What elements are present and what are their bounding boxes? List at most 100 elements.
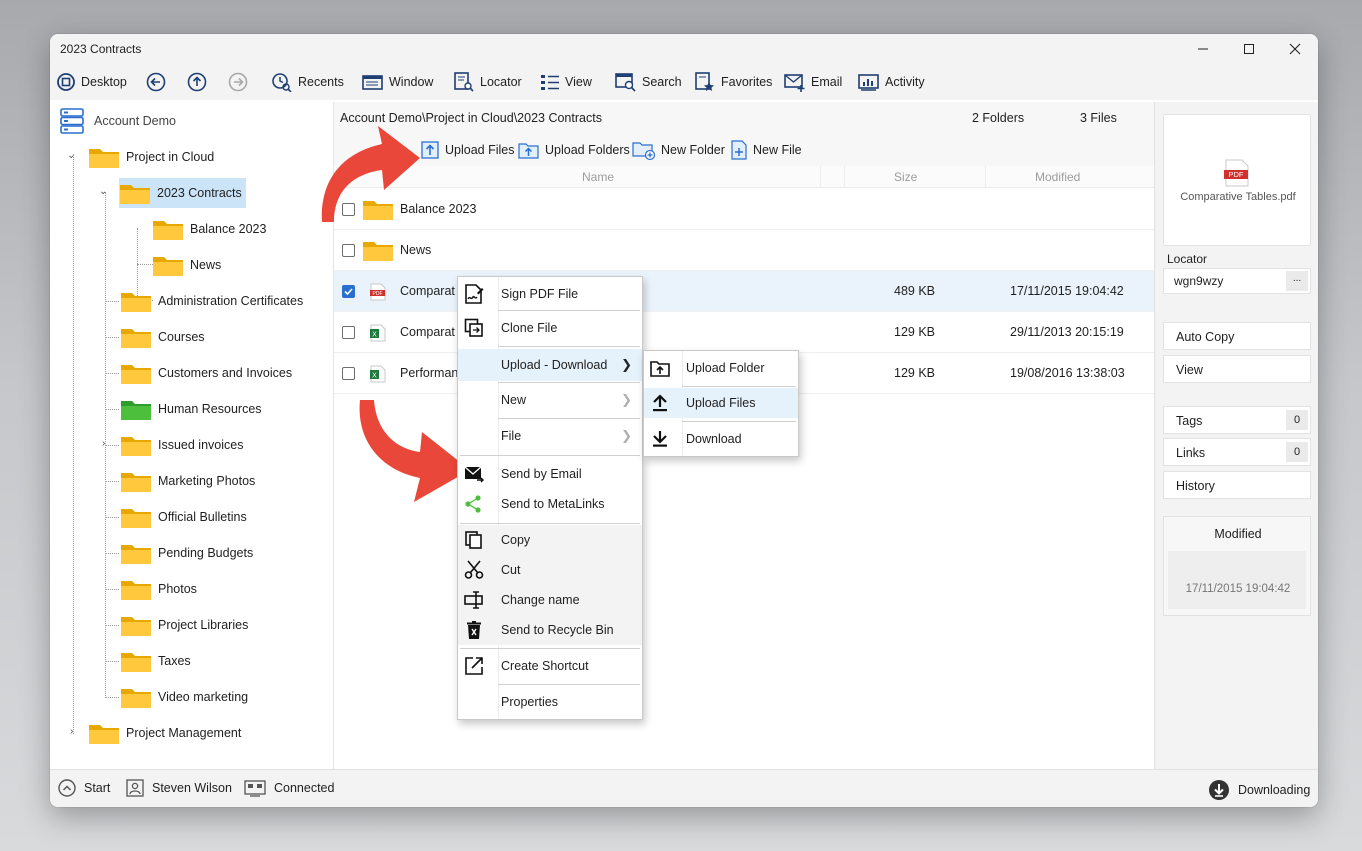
tree-item[interactable]: Customers and Invoices [120, 358, 292, 388]
submenu-item-label: Upload Folder [686, 361, 765, 375]
row-checkbox[interactable] [342, 326, 355, 339]
locator-more-button[interactable]: ... [1286, 271, 1308, 291]
menu-item-file[interactable]: File ❯ [458, 421, 642, 451]
tree-root[interactable]: Account Demo [60, 106, 176, 136]
menu-item-send-by-email[interactable]: Send by Email [458, 459, 642, 489]
tree-item[interactable]: Project Libraries [120, 610, 248, 640]
svg-text:X: X [372, 332, 377, 339]
tree-item-2023-contracts[interactable]: 2023 Contracts [119, 178, 246, 208]
submenu-item-upload-folder[interactable]: Upload Folder [644, 353, 798, 383]
folder-icon [89, 725, 119, 744]
up-button[interactable] [187, 70, 207, 94]
menu-item-upload-download[interactable]: Upload - Download ❯ [458, 349, 642, 381]
submenu-item-download[interactable]: Download [644, 424, 798, 454]
collapse-chevron-icon[interactable]: ⌄ [67, 150, 75, 161]
folder-icon [89, 149, 119, 168]
menu-item-copy[interactable]: Copy [458, 525, 642, 555]
submenu-item-upload-files[interactable]: Upload Files [644, 388, 798, 418]
new-file-icon [731, 140, 747, 160]
tree-item[interactable]: Administration Certificates [120, 286, 303, 316]
history-button[interactable]: History [1163, 471, 1311, 499]
sign-pdf-icon [465, 284, 484, 304]
view-button[interactable]: View [540, 70, 592, 94]
start-button[interactable]: Start [58, 779, 110, 797]
search-button[interactable]: Search [615, 70, 682, 94]
close-button[interactable] [1272, 34, 1318, 64]
tree-item-label: Marketing Photos [158, 474, 256, 488]
locator-field[interactable]: wgn9wzy ... [1163, 268, 1311, 294]
transfer-status[interactable]: Downloading [1208, 779, 1310, 801]
tree-item-label: Project Management [126, 726, 242, 740]
row-checkbox[interactable] [342, 367, 355, 380]
favorites-button[interactable]: Favorites [694, 70, 772, 94]
new-file-button[interactable]: New File [730, 138, 802, 162]
column-divider [985, 166, 986, 188]
tree-item[interactable]: Photos [120, 574, 197, 604]
tree-guide [105, 301, 119, 302]
tree-item[interactable]: Official Bulletins [120, 502, 247, 532]
tree-item[interactable]: Human Resources [120, 394, 262, 424]
menu-item-send-to-recycle-bin[interactable]: Send to Recycle Bin [458, 615, 642, 645]
close-icon [1289, 43, 1301, 55]
expand-chevron-icon[interactable]: › [70, 726, 73, 737]
desktop-button[interactable]: Desktop [56, 70, 127, 94]
tree-item-project-in-cloud[interactable]: Project in Cloud [88, 142, 214, 172]
folder-icon [121, 581, 151, 600]
table-row[interactable]: Balance 2023 [334, 189, 1154, 230]
tree-item[interactable]: Taxes [120, 646, 191, 676]
tree-guide [105, 697, 119, 698]
auto-copy-button[interactable]: Auto Copy [1163, 322, 1311, 350]
file-preview[interactable]: PDF Comparative Tables.pdf [1163, 114, 1311, 246]
email-button[interactable]: Email [784, 70, 842, 94]
menu-item-properties[interactable]: Properties [458, 687, 642, 717]
menu-item-cut[interactable]: Cut [458, 555, 642, 585]
tree-item-news[interactable]: News [152, 250, 221, 280]
tags-button[interactable]: Tags 0 [1163, 406, 1311, 434]
menu-item-change-name[interactable]: Change name [458, 585, 642, 615]
column-name[interactable]: Name [582, 170, 614, 184]
row-checkbox[interactable] [342, 244, 355, 257]
user-status[interactable]: Steven Wilson [126, 779, 232, 797]
tree-item[interactable]: Courses [120, 322, 205, 352]
menu-item-sign-pdf[interactable]: Sign PDF File [458, 279, 642, 309]
upload-folders-button[interactable]: Upload Folders [518, 138, 630, 162]
expand-chevron-icon[interactable]: › [102, 438, 105, 449]
back-button[interactable] [146, 70, 166, 94]
tree-item-project-management[interactable]: Project Management [88, 718, 241, 748]
maximize-button[interactable] [1226, 34, 1272, 64]
menu-item-label: Change name [501, 593, 580, 607]
column-size[interactable]: Size [894, 170, 917, 184]
menu-item-new[interactable]: New ❯ [458, 385, 642, 415]
files-count: 3 Files [1080, 111, 1117, 125]
window-button[interactable]: Window [362, 70, 433, 94]
minimize-button[interactable] [1180, 34, 1226, 64]
new-folder-icon [632, 142, 656, 161]
recents-button[interactable]: Recents [271, 70, 344, 94]
new-folder-button[interactable]: New Folder [632, 138, 725, 162]
menu-item-label: Send by Email [501, 467, 582, 481]
row-name: Performan [400, 366, 459, 380]
row-checkbox-checked[interactable] [342, 285, 355, 298]
menu-item-send-to-metalinks[interactable]: Send to MetaLinks [458, 489, 642, 519]
tree-item[interactable]: Issued invoices [120, 430, 243, 460]
tree-item-label: Project Libraries [158, 618, 249, 632]
forward-button[interactable] [228, 70, 248, 94]
tree-item[interactable]: Marketing Photos [120, 466, 255, 496]
row-size: 129 KB [894, 366, 936, 380]
locator-value: wgn9wzy [1174, 274, 1224, 288]
status-bar: Start Steven Wilson Connected Downloadin… [50, 769, 1318, 807]
tree-item-balance-2023[interactable]: Balance 2023 [152, 214, 266, 244]
menu-item-create-shortcut[interactable]: Create Shortcut [458, 651, 642, 681]
view-panel-button[interactable]: View [1163, 355, 1311, 383]
activity-button[interactable]: Activity [858, 70, 925, 94]
links-button[interactable]: Links 0 [1163, 438, 1311, 466]
tree-item[interactable]: Pending Budgets [120, 538, 253, 568]
table-row[interactable]: News [334, 230, 1154, 271]
tree-item[interactable]: Video marketing [120, 682, 248, 712]
column-modified[interactable]: Modified [1035, 170, 1080, 184]
locator-button[interactable]: Locator [453, 70, 522, 94]
tree-guide [137, 264, 153, 265]
collapse-chevron-icon[interactable]: ⌄ [99, 186, 107, 197]
locator-icon [454, 72, 474, 92]
menu-item-clone-file[interactable]: Clone File [458, 313, 642, 343]
